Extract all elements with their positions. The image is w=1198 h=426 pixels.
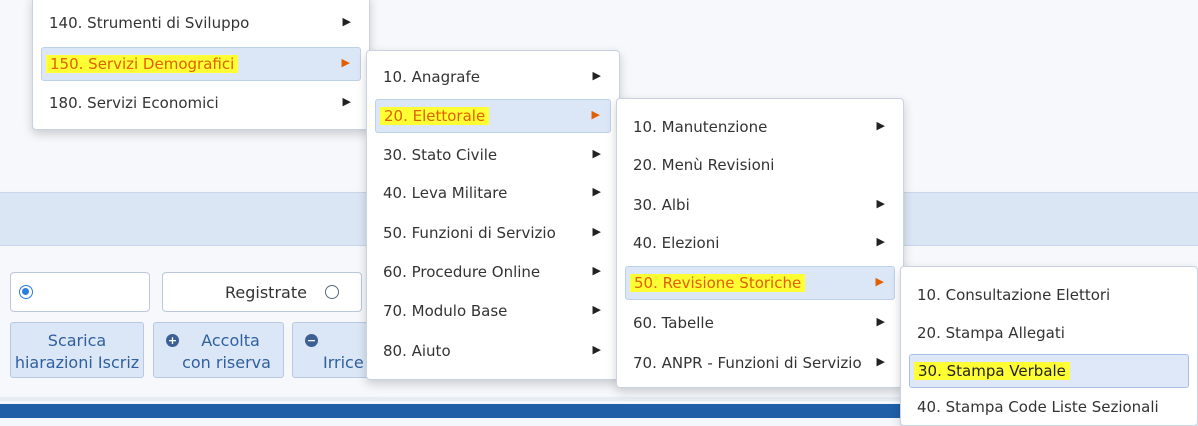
menu-item-label: 20. Menù Revisioni [633,156,775,174]
menu-item-label: 70. Modulo Base [383,302,508,320]
menu-item-funzioni-servizio[interactable]: 50. Funzioni di Servizio ▶ [375,217,611,249]
menu-item-label: 10. Anagrafe [383,68,480,86]
submenu-arrow-icon: ▶ [592,343,601,356]
menu-item-stampa-code-liste[interactable]: 40. Stampa Code Liste Sezionali [909,391,1189,423]
scarica-button[interactable]: Scarica hiarazioni Iscriz [10,322,144,378]
menu-item-label: 30. Albi [633,196,690,214]
menu-item-stampa-allegati[interactable]: 20. Stampa Allegati [909,317,1189,349]
menu-item-servizi-economici[interactable]: 180. Servizi Economici ▶ [41,87,361,119]
menu-item-consultazione-elettori[interactable]: 10. Consultazione Elettori [909,279,1189,311]
menu-item-label: 50. Revisione Storiche [630,274,806,292]
menu-item-anpr-funzioni[interactable]: 70. ANPR - Funzioni di Servizio ▶ [625,347,895,379]
menu-item-label: 30. Stato Civile [383,146,498,164]
radio-option-box-1[interactable] [10,272,150,312]
submenu-arrow-icon: ▶ [342,95,351,108]
scarica-label-line1: Scarica [47,331,107,350]
menu-item-label: 40. Elezioni [633,234,720,252]
submenu-arrow-icon: ▶ [875,275,884,288]
irrice-label-line2: Irrice [323,353,364,372]
irricevibile-button[interactable]: − Irrice [292,322,372,378]
radio-option-box-registrate[interactable]: Registrate [162,272,362,312]
submenu-arrow-icon: ▶ [592,69,601,82]
menu-item-label: 60. Tabelle [633,314,714,332]
accolta-con-riserva-button[interactable]: + Accolta con riserva [153,322,284,378]
submenu-arrow-icon: ▶ [876,355,885,368]
menu-item-label: 20. Stampa Allegati [917,324,1065,342]
radio-selected-icon[interactable] [19,285,33,299]
menu-level-1: 140. Strumenti di Sviluppo ▶ 150. Serviz… [32,0,370,130]
menu-item-revisione-storiche[interactable]: 50. Revisione Storiche ▶ [625,266,895,300]
scarica-label-line2: hiarazioni Iscriz [14,353,140,372]
menu-item-label: 180. Servizi Economici [49,94,219,112]
menu-level-4: 10. Consultazione Elettori 20. Stampa Al… [900,266,1198,426]
menu-item-elezioni[interactable]: 40. Elezioni ▶ [625,227,895,259]
menu-item-anagrafe[interactable]: 10. Anagrafe ▶ [375,61,611,93]
submenu-arrow-icon: ▶ [592,303,601,316]
menu-item-modulo-base[interactable]: 70. Modulo Base ▶ [375,295,611,327]
submenu-arrow-icon: ▶ [591,108,600,121]
menu-item-tabelle[interactable]: 60. Tabelle ▶ [625,307,895,339]
menu-item-label: 10. Manutenzione [633,118,768,136]
menu-item-label: 150. Servizi Demografici [46,55,239,73]
menu-item-label: 10. Consultazione Elettori [917,286,1111,304]
radio-registrate-icon[interactable] [325,285,339,299]
menu-level-3: 10. Manutenzione ▶ 20. Menù Revisioni 30… [616,98,904,388]
submenu-arrow-icon: ▶ [592,225,601,238]
submenu-arrow-icon: ▶ [592,264,601,277]
menu-item-leva-militare[interactable]: 40. Leva Militare ▶ [375,177,611,209]
menu-item-servizi-demografici[interactable]: 150. Servizi Demografici ▶ [41,47,361,81]
menu-level-2: 10. Anagrafe ▶ 20. Elettorale ▶ 30. Stat… [366,50,620,380]
menu-item-label: 20. Elettorale [380,107,490,125]
menu-item-label: 80. Aiuto [383,342,451,360]
menu-item-label: 40. Leva Militare [383,184,508,202]
menu-item-label: 30. Stampa Verbale [914,362,1070,380]
radio-registrate-label: Registrate [225,283,307,302]
accolta-label-line1: Accolta [201,331,260,350]
menu-item-stato-civile[interactable]: 30. Stato Civile ▶ [375,139,611,171]
menu-item-label: 70. ANPR - Funzioni di Servizio [633,354,862,372]
menu-item-label: 140. Strumenti di Sviluppo [49,14,250,32]
menu-item-label: 50. Funzioni di Servizio [383,224,556,242]
submenu-arrow-icon: ▶ [876,119,885,132]
menu-item-procedure-online[interactable]: 60. Procedure Online ▶ [375,256,611,288]
menu-item-manutenzione[interactable]: 10. Manutenzione ▶ [625,111,895,143]
accolta-label-line2: con riserva [182,353,271,372]
menu-item-stampa-verbale[interactable]: 30. Stampa Verbale [909,354,1189,388]
menu-item-strumenti-sviluppo[interactable]: 140. Strumenti di Sviluppo ▶ [41,7,361,39]
menu-item-aiuto[interactable]: 80. Aiuto ▶ [375,335,611,367]
menu-item-label: 60. Procedure Online [383,263,541,281]
menu-item-label: 40. Stampa Code Liste Sezionali [917,398,1159,416]
submenu-arrow-icon: ▶ [876,235,885,248]
minus-circle-icon: − [305,334,318,347]
submenu-arrow-icon: ▶ [592,147,601,160]
submenu-arrow-icon: ▶ [341,56,350,69]
menu-item-menu-revisioni[interactable]: 20. Menù Revisioni [625,149,895,181]
submenu-arrow-icon: ▶ [876,315,885,328]
menu-item-elettorale[interactable]: 20. Elettorale ▶ [375,99,611,133]
submenu-arrow-icon: ▶ [876,197,885,210]
menu-item-albi[interactable]: 30. Albi ▶ [625,189,895,221]
submenu-arrow-icon: ▶ [342,15,351,28]
submenu-arrow-icon: ▶ [592,185,601,198]
